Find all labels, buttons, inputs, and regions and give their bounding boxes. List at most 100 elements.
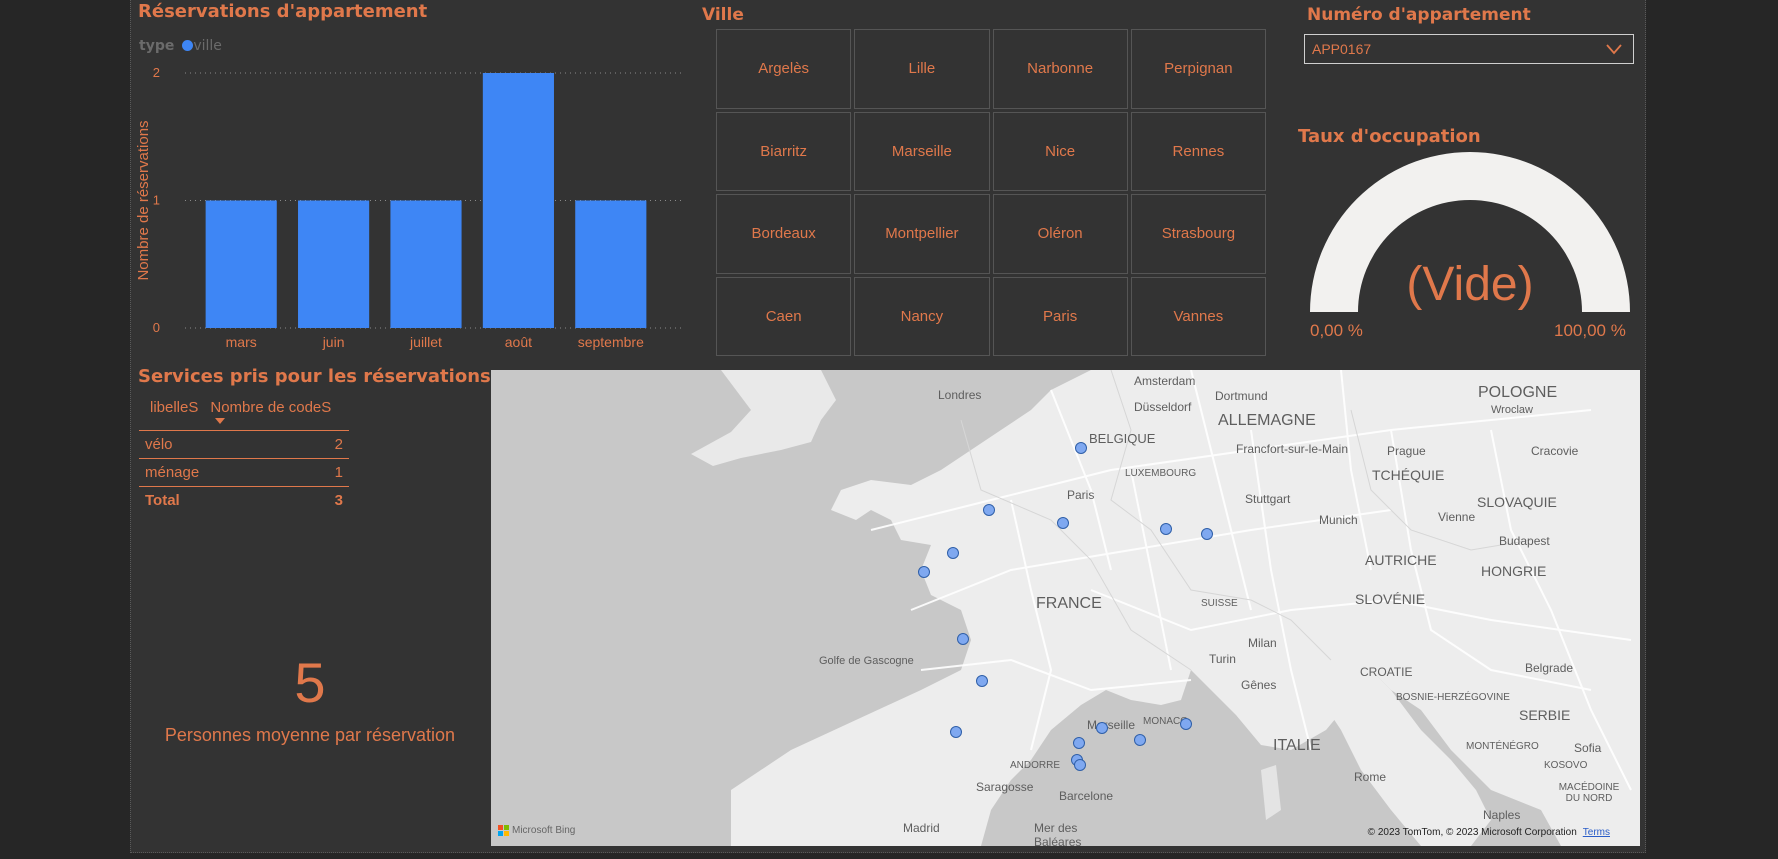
chart-title: Réservations d'appartement [138,1,428,22]
map-marker[interactable] [947,547,959,559]
map-label-country: SLOVÉNIE [1355,591,1426,607]
chevron-down-icon [1605,42,1623,59]
bar-septembre[interactable] [575,200,647,329]
map-label-city: Barcelone [1059,789,1114,803]
ville-option[interactable]: Oléron [992,194,1128,274]
chart-legend[interactable]: type ville [139,38,222,54]
bar-juin[interactable] [298,200,370,329]
services-title: Services pris pour les réservations [138,366,491,387]
microsoft-logo-icon [498,825,509,836]
map-label-country: SERBIE [1519,707,1571,723]
map-label-country: SLOVAQUIE [1477,494,1557,510]
map-label-country: ITALIE [1273,737,1321,754]
map-marker[interactable] [950,726,962,738]
map-label-city: Marseille [1087,718,1136,732]
map-label-city: Cracovie [1531,444,1579,458]
map-label-country: ANDORRE [1010,760,1061,771]
map-label-sea: Golfe de Gascogne [819,655,914,667]
ville-option[interactable]: Perpignan [1130,29,1266,109]
ville-option[interactable]: Rennes [1130,111,1266,191]
apartment-dropdown[interactable]: APP0167 [1304,34,1634,64]
map-marker[interactable] [1134,734,1146,746]
ville-option[interactable]: Bordeaux [716,194,852,274]
ville-option[interactable]: Narbonne [992,29,1128,109]
map-label-city: Londres [938,388,982,402]
map-label-country: MACÉDOINE DU NORD [1558,782,1620,804]
ville-option[interactable]: Biarritz [716,111,852,191]
map-marker[interactable] [1075,442,1087,454]
ville-option[interactable]: Nancy [854,276,990,356]
map-label-sea: Mer des Baléares [1034,821,1082,846]
y-tick-label: 1 [153,193,160,208]
map-label-country: CROATIE [1360,665,1413,679]
legend-item[interactable]: ville [193,38,222,54]
ville-option[interactable]: Montpellier [854,194,990,274]
map-label-city: Paris [1067,488,1095,502]
bar-juillet[interactable] [390,200,462,329]
map-label-city: Madrid [903,821,940,835]
map-visual[interactable]: Londres Amsterdam Düsseldorf Dortmund PO… [491,370,1640,846]
map-label-city: Dortmund [1215,389,1268,403]
table-row[interactable]: ménage 1 [139,459,349,487]
copyright-text: © 2023 TomTom, © 2023 Microsoft Corporat… [1367,827,1577,838]
map-marker[interactable] [1201,528,1213,540]
ville-option[interactable]: Argelès [716,29,852,109]
ville-option[interactable]: Strasbourg [1130,194,1266,274]
y-axis-title: Nombre de réservations [135,120,152,280]
map-copyright: © 2023 TomTom, © 2023 Microsoft Corporat… [1368,827,1610,838]
ville-option[interactable]: Marseille [854,111,990,191]
ville-option[interactable]: Vannes [1130,276,1266,356]
map-marker[interactable] [1073,737,1085,749]
map-marker[interactable] [983,504,995,516]
map-label-city: Gênes [1241,678,1277,692]
map-marker[interactable] [1160,523,1172,535]
y-tick-label: 2 [153,65,160,80]
bing-label: Microsoft Bing [512,825,576,836]
ville-option[interactable]: Nice [992,111,1128,191]
table-total-row: Total 3 [139,487,349,514]
occupancy-title: Taux d'occupation [1298,126,1481,147]
map-label-country: SUISSE [1201,598,1238,609]
bing-attribution: Microsoft Bing [498,825,575,836]
legend-dot-icon [182,40,194,51]
row-value: 2 [334,436,343,453]
table-row[interactable]: vélo 2 [139,431,349,459]
kpi-label: Personnes moyenne par réservation [164,725,456,745]
gauge-min-label: 0,00 % [1310,321,1363,340]
map-label-city: Vienne [1438,510,1476,524]
map-marker[interactable] [918,566,930,578]
map-label-country: HONGRIE [1481,563,1547,579]
table-header: libelleS Nombre de codeS [139,396,349,431]
ville-option[interactable]: Lille [854,29,990,109]
sort-desc-icon [215,418,225,424]
total-value: 3 [334,492,343,509]
gauge-max-label: 100,00 % [1554,321,1626,340]
map-label-city: Stuttgart [1245,492,1291,506]
ville-option[interactable]: Paris [992,276,1128,356]
map-label-country: MONTÉNÉGRO [1466,741,1539,752]
map-label-country: POLOGNE [1478,384,1558,401]
map-marker[interactable] [1096,722,1108,734]
x-tick-label: juin [322,334,345,350]
map-marker[interactable] [957,633,969,645]
ville-option[interactable]: Caen [716,276,852,356]
column-header-count[interactable]: Nombre de codeS [198,396,331,416]
bar-mars[interactable] [205,200,277,329]
map-marker[interactable] [976,675,988,687]
terms-link[interactable]: Terms [1583,827,1610,838]
legend-title: type [139,38,175,54]
x-tick-label: août [505,334,532,350]
map-marker[interactable] [1074,759,1086,771]
map-label-city: Francfort-sur-le-Main [1236,442,1349,456]
map-marker[interactable] [1180,718,1192,730]
map-marker[interactable] [1057,517,1069,529]
map-label-city: Munich [1319,513,1358,527]
map-label-city: Düsseldorf [1134,400,1192,414]
column-header-libelle[interactable]: libelleS [139,396,198,416]
total-label: Total [145,492,180,509]
map-label-country: AUTRICHE [1365,552,1437,568]
row-value: 1 [334,464,343,481]
map-label-country: TCHÉQUIE [1372,467,1445,483]
bar-août[interactable] [482,73,554,328]
x-tick-label: juillet [409,334,442,350]
